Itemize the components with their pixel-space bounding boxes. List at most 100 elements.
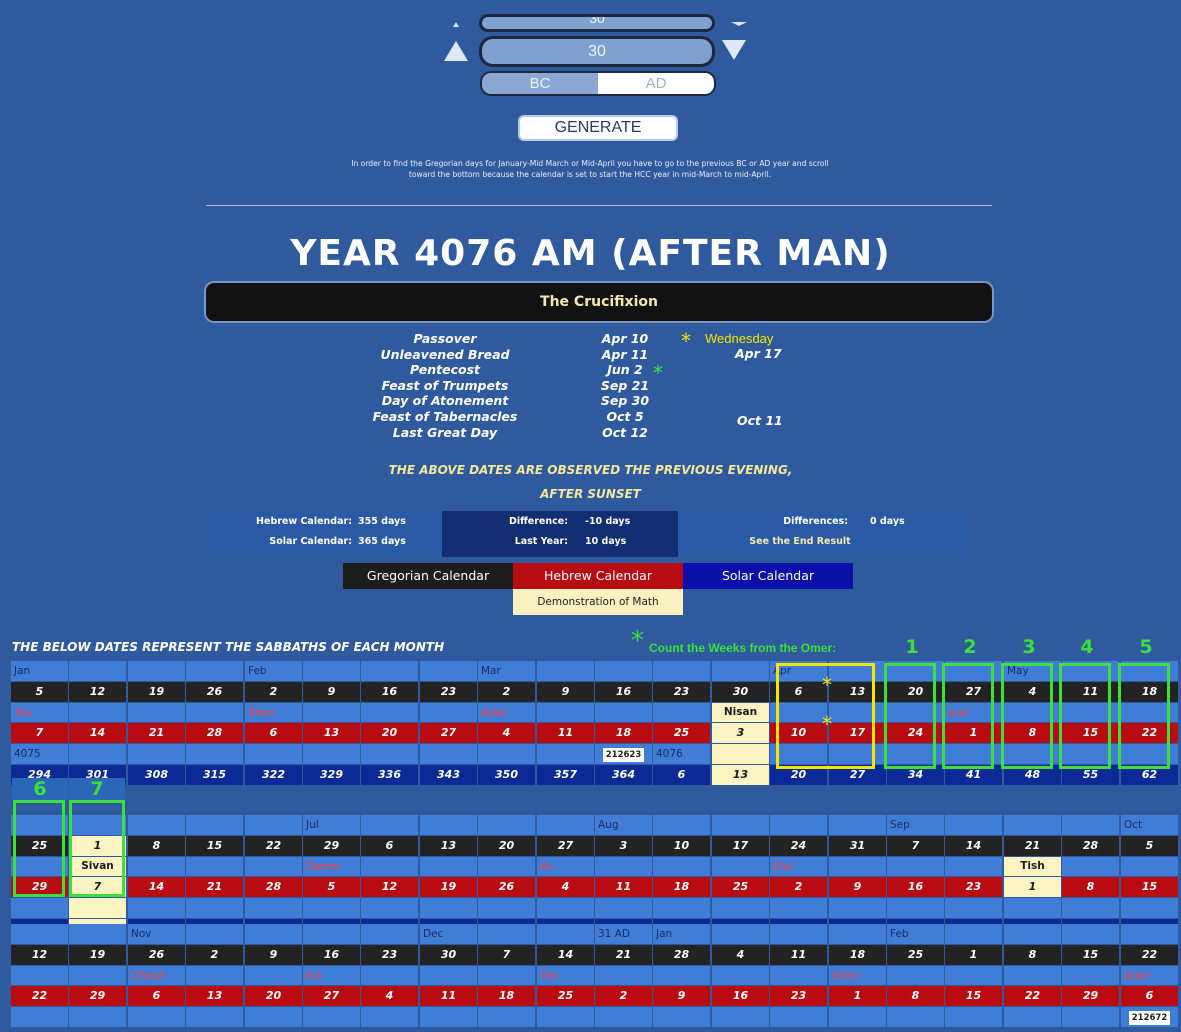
grid-cell-info [1062,898,1119,918]
grid-cell-months [1062,924,1119,944]
end-result-link[interactable]: See the End Result [700,532,900,552]
grid-cell-heb: 16 [887,877,944,897]
grid-cell-hmonths [770,966,827,985]
grid-cell-greg: 21 [595,945,652,965]
grid-star-icon: * [822,712,832,736]
grid-cell-hmonths [1004,703,1061,722]
era-ad-option[interactable]: AD [598,73,714,94]
grid-star-icon: * [822,673,832,697]
year-down-small-arrow-icon[interactable] [731,22,747,26]
grid-cell-months [69,924,126,944]
grid-cell-greg: 28 [1062,836,1119,856]
year-title: YEAR 4076 AM (AFTER MAN) [290,233,891,274]
tab-demonstration-of-math[interactable]: Demonstration of Math [513,589,683,615]
grid-cell-months [945,924,1002,944]
grid-cell-solar: 329 [303,765,360,785]
year-input[interactable]: 30 [479,36,715,67]
grid-cell-months [712,924,769,944]
grid-cell-heb: 20 [361,723,418,743]
grid-cell-hmonths [1121,703,1178,722]
grid-cell-info [1121,744,1178,764]
grid-cell-heb: 12 [361,877,418,897]
feast-date-unleavened-bread: Apr 11 [601,346,649,362]
grid-cell-heb: 11 [420,986,477,1006]
generate-button[interactable]: GENERATE [520,117,676,139]
feast-name-unleavened-bread: Unleavened Bread [380,346,510,362]
grid-cell-heb: 22 [11,986,68,1006]
grid-cell-hmonths [303,703,360,722]
tab-hebrew-calendar[interactable]: Hebrew Calendar [513,563,683,589]
grid-cell-info [303,1007,360,1027]
passover-star-icon: * [681,329,691,353]
grid-cell-hmonths [1062,966,1119,985]
grid-cell-hmonths [1004,966,1061,985]
feast-date-tabernacles: Oct 5 [606,408,644,424]
grid-cell-info [361,1007,418,1027]
grid-cell-heb: 19 [420,877,477,897]
grid-cell-info [361,898,418,918]
grid-cell-months [1004,924,1061,944]
omer-week-number: 6 [12,778,68,800]
grid-cell-months [420,815,477,835]
year-down-arrow-icon[interactable] [722,40,746,60]
grid-cell-greg: 3 [595,836,652,856]
grid-cell-info [128,898,185,918]
year-up-arrow-icon[interactable] [444,41,468,61]
grid-cell-hmonths [887,966,944,985]
grid-cell-heb: 15 [1121,877,1178,897]
grid-cell-info [595,898,652,918]
era-toggle[interactable]: BC AD [480,71,716,96]
grid-cell-heb: 9 [653,986,710,1006]
grid-cell-solar: 62 [1121,765,1178,785]
feast-names: Passover Unleavened Bread Pentecost Feas… [340,331,550,440]
grid-cell-months: Aug [595,815,652,835]
grid-cell-greg: 30 [712,682,769,702]
difference-value: -10 days [585,516,631,527]
grid-cell-months [69,661,126,681]
tab-gregorian-calendar[interactable]: Gregorian Calendar [343,563,513,589]
grid-cell-months: Oct [1121,815,1178,835]
grid-cell-hmonths: Nisan [712,703,769,722]
grid-cell-greg: 23 [420,682,477,702]
grid-cell-greg: 28 [653,945,710,965]
grid-cell-months [887,661,944,681]
grid-cell-heb: 6 [245,723,302,743]
grid-cell-hmonths [128,857,185,876]
tab-solar-calendar[interactable]: Solar Calendar [683,563,853,589]
grid-cell-heb: 10 [770,723,827,743]
grid-cell-heb: 25 [653,723,710,743]
grid-cell-months [1062,661,1119,681]
year-up-small-arrow-icon[interactable] [453,22,459,27]
grid-cell-hmonths [420,966,477,985]
grid-cell-heb: 14 [69,723,126,743]
grid-cell-info: 4076 [653,744,710,764]
grid-cell-greg: 7 [478,945,535,965]
grid-cell-hmonths [595,857,652,876]
grid-cell-greg: 9 [303,682,360,702]
grid-cell-months: 31 AD [595,924,652,944]
grid-cell-heb: 6 [128,986,185,1006]
grid-cell-solar: 364 [595,765,652,785]
grid-cell-hmonths [887,857,944,876]
grid-cell-months [128,661,185,681]
grid-cell-heb: 4 [537,877,594,897]
grid-cell-info [245,744,302,764]
grid-cell-heb: 27 [420,723,477,743]
grid-cell-heb: 4 [361,986,418,1006]
grid-cell-months [1121,661,1178,681]
grid-cell-hmonths [69,966,126,985]
grid-cell-greg: 6 [361,836,418,856]
observed-note-line2: AFTER SUNSET [540,487,641,501]
grid-cell-hmonths: Adar [478,703,535,722]
grid-cell-months: Jan [11,661,68,681]
instruction-note: In order to find the Gregorian days for … [351,159,829,179]
grid-cell-hmonths [770,703,827,722]
grid-cell-heb: 28 [245,877,302,897]
grid-cell-info [303,744,360,764]
grid-cell-info [945,898,1002,918]
grid-cell-info [653,898,710,918]
grid-cell-months [361,815,418,835]
era-bc-option[interactable]: BC [482,73,598,94]
grid-cell-heb: 29 [1062,986,1119,1006]
grid-cell-months: Feb [887,924,944,944]
